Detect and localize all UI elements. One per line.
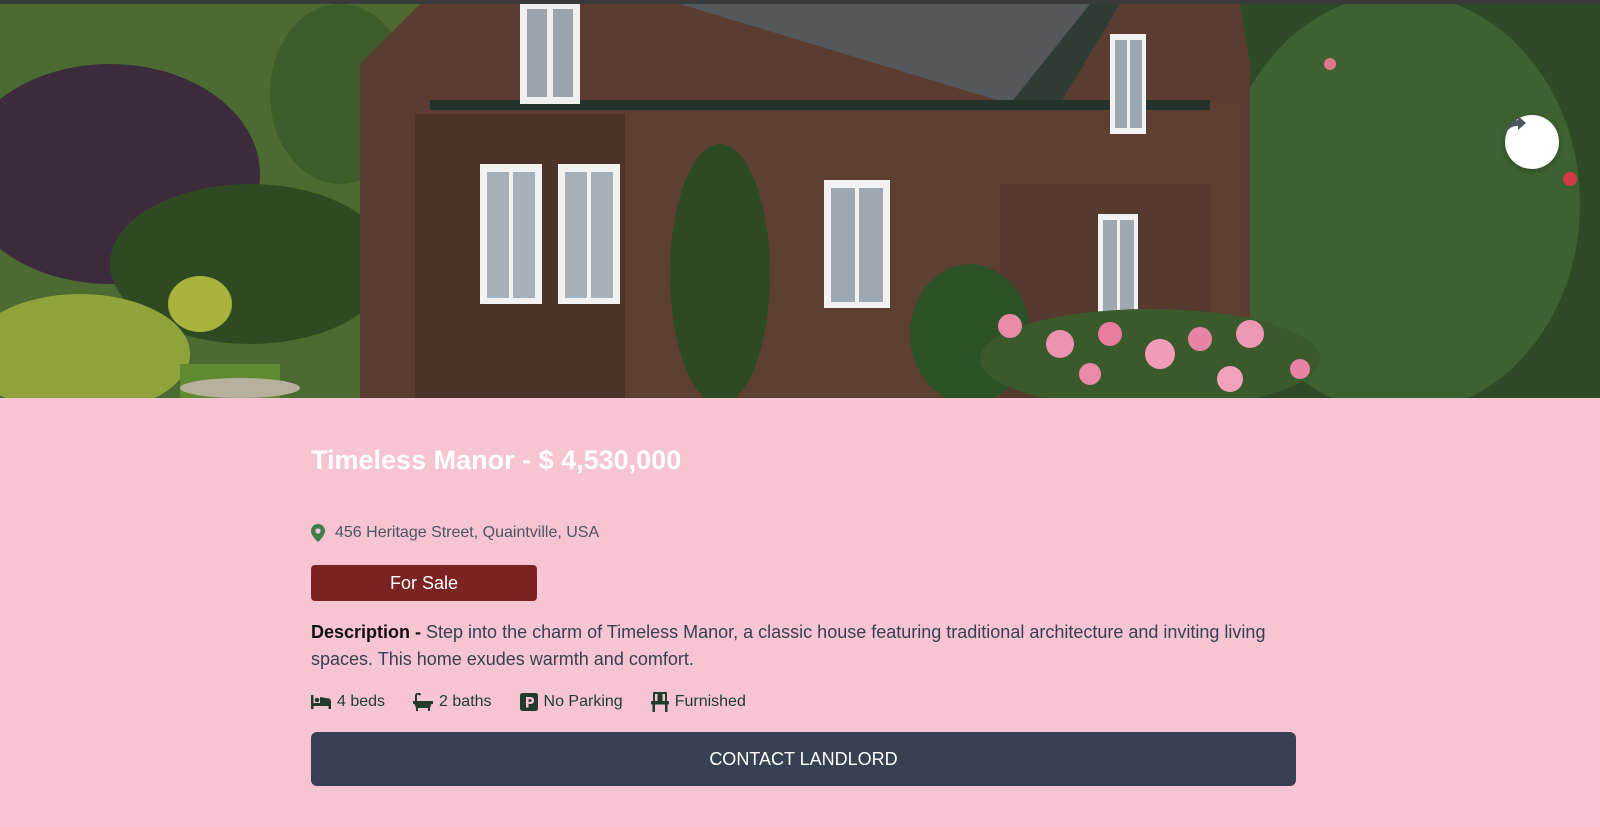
share-button[interactable] [1505, 115, 1559, 169]
location-pin-icon [311, 524, 325, 542]
house-photo [0, 4, 1600, 398]
listing-title: Timeless Manor - $ 4,530,000 [311, 445, 682, 475]
address-text: 456 Heritage Street, Quaintville, USA [335, 524, 600, 541]
description-text: Step into the charm of Timeless Manor, a… [311, 622, 1266, 669]
feature-label: 2 baths [439, 693, 492, 710]
feature-label: 4 beds [337, 693, 386, 710]
feature-parking: No Parking [519, 693, 623, 711]
feature-beds: 4 beds [311, 693, 385, 711]
status-badge: For Sale [311, 565, 537, 601]
description: Description - Step into the charm of Tim… [311, 619, 1296, 673]
feature-furnished: Furnished [650, 692, 746, 712]
description-label: Description - [311, 622, 422, 642]
share-icon [1506, 116, 1526, 133]
parking-icon [519, 693, 538, 711]
contact-landlord-button[interactable]: CONTACT LANDLORD [311, 732, 1296, 786]
feature-baths: 2 baths [413, 693, 492, 711]
chair-icon [650, 692, 669, 712]
feature-label: No Parking [543, 693, 623, 710]
bed-icon [311, 695, 331, 709]
bath-icon [413, 693, 434, 711]
address: 456 Heritage Street, Quaintville, USA [311, 524, 599, 542]
features-list: 4 beds 2 baths No Parking Furnished [311, 692, 746, 712]
hero-image [0, 4, 1600, 398]
feature-label: Furnished [674, 693, 746, 710]
